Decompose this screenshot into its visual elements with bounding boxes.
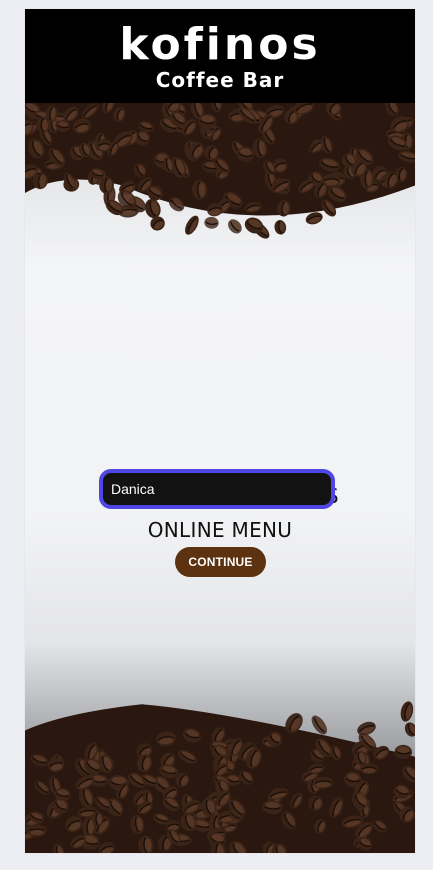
- continue-button[interactable]: CONTINUE: [175, 547, 266, 577]
- app-frame: kofinos Coffee Bar WELCOME TO KOFINOS ON…: [25, 9, 415, 853]
- site-header: kofinos Coffee Bar: [25, 9, 415, 103]
- coffee-bean-icon: [400, 701, 414, 722]
- welcome-line-2: ONLINE MENU: [147, 518, 293, 542]
- coffee-bean-icon: [228, 219, 242, 234]
- coffee-bean-icon: [204, 216, 219, 229]
- coffee-beans-top-image: [25, 103, 415, 239]
- coffee-bean-icon: [274, 220, 287, 235]
- coffee-bean-icon: [185, 215, 199, 235]
- kofinos-logo[interactable]: kofinos Coffee Bar: [25, 23, 415, 95]
- coffee-beans-bottom-image: [25, 701, 415, 853]
- name-input[interactable]: [99, 469, 335, 509]
- logo-wordmark: kofinos: [119, 19, 321, 70]
- coffee-bean-icon: [404, 722, 415, 737]
- logo-subtitle: Coffee Bar: [155, 68, 285, 92]
